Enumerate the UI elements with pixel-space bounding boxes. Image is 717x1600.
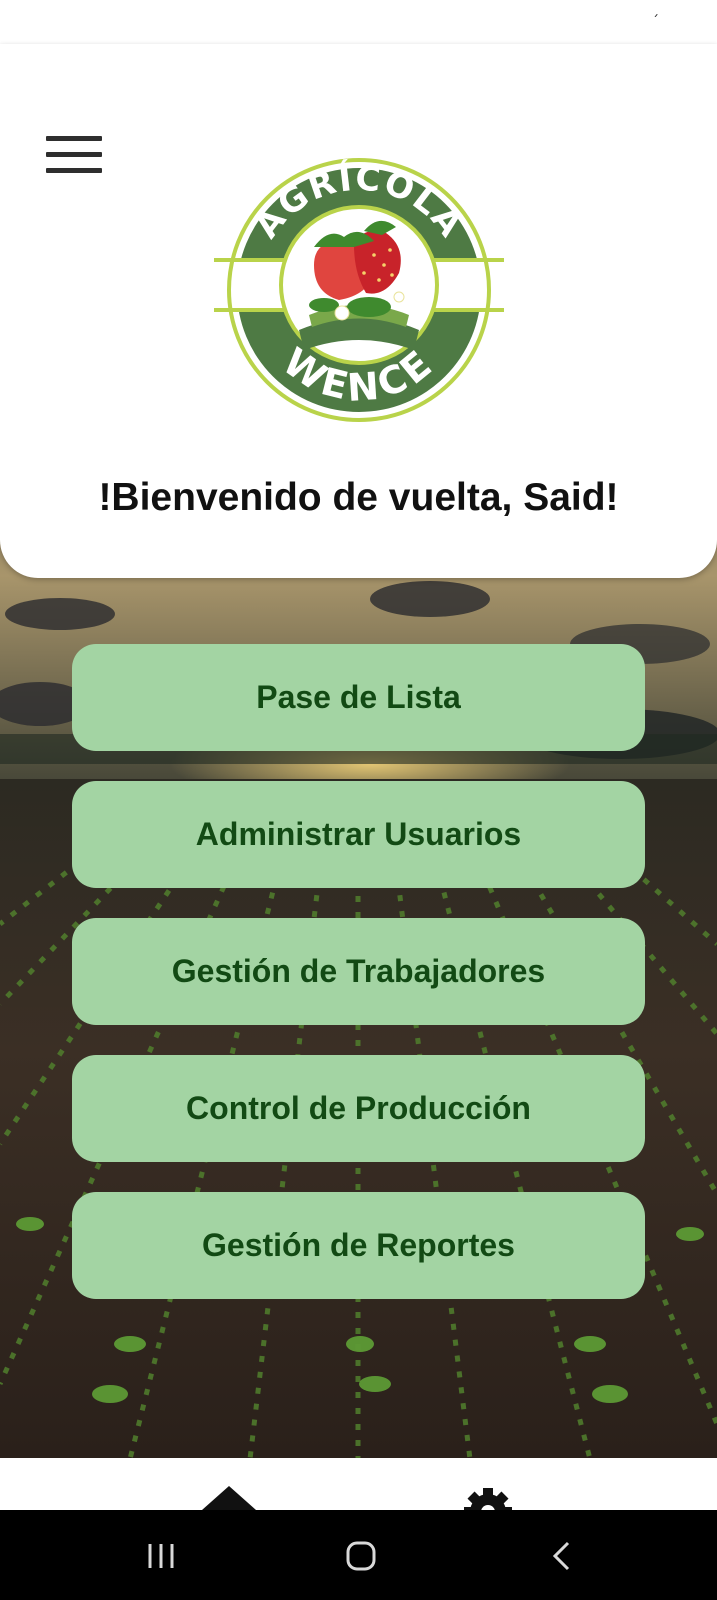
hamburger-menu-icon[interactable] [40, 128, 104, 180]
system-navigation-bar [0, 1510, 717, 1600]
status-bar: ´ [0, 0, 717, 44]
agricola-wence-logo: AGRÍCOLA WENCE [214, 155, 504, 425]
home-icon[interactable] [345, 1540, 377, 1572]
home-indicator-icon[interactable] [202, 1486, 256, 1510]
administrar-usuarios-button[interactable]: Administrar Usuarios [72, 781, 645, 888]
status-glyph: ´ [652, 14, 659, 30]
bottom-navigation [0, 1458, 717, 1510]
recent-apps-icon[interactable] [146, 1542, 176, 1570]
welcome-message: !Bienvenido de vuelta, Said! [98, 476, 619, 519]
back-icon[interactable] [550, 1540, 574, 1572]
main-menu: Pase de Lista Administrar Usuarios Gesti… [72, 644, 645, 1329]
gestion-reportes-button[interactable]: Gestión de Reportes [72, 1192, 645, 1299]
gestion-trabajadores-button[interactable]: Gestión de Trabajadores [72, 918, 645, 1025]
pase-de-lista-button[interactable]: Pase de Lista [72, 644, 645, 751]
settings-gear-icon[interactable] [460, 1484, 516, 1510]
control-produccion-button[interactable]: Control de Producción [72, 1055, 645, 1162]
